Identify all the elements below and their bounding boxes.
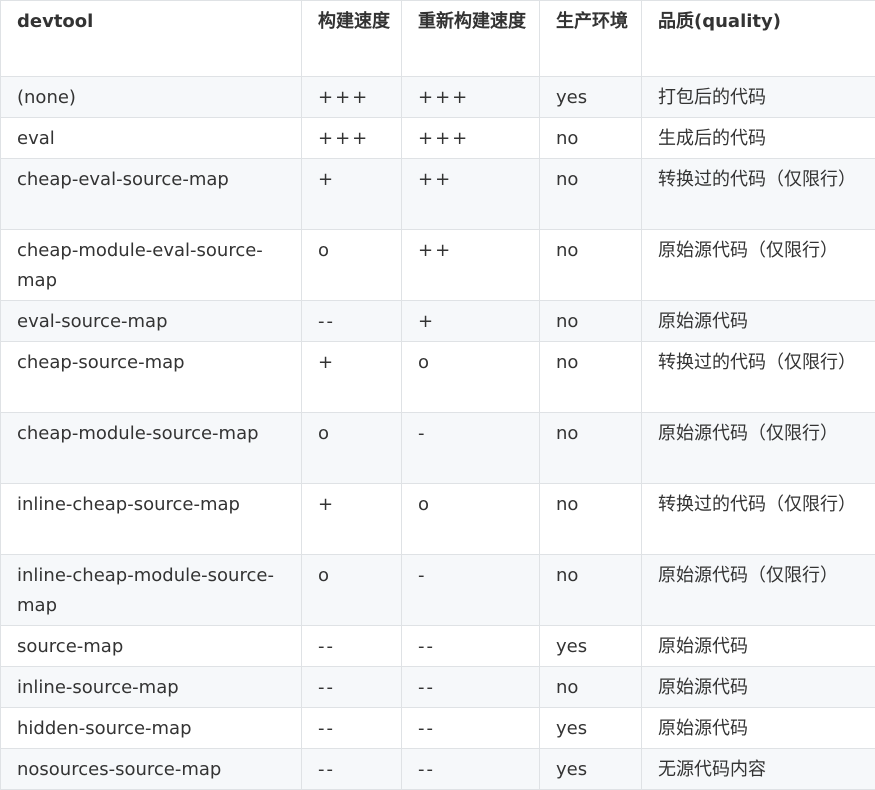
table-row: eval +++ +++ no 生成后的代码 [0, 117, 875, 159]
cell-devtool: cheap-source-map [0, 341, 302, 413]
table-row: nosources-source-map -- -- yes 无源代码内容 [0, 748, 875, 790]
cell-rebuild-speed: - [401, 554, 540, 626]
header-production: 生产环境 [539, 0, 642, 77]
cell-devtool: eval [0, 117, 302, 159]
cell-quality: 转换过的代码（仅限行） [641, 341, 875, 413]
cell-devtool: inline-source-map [0, 666, 302, 708]
cell-production: no [539, 158, 642, 230]
cell-production: no [539, 554, 642, 626]
cell-build-speed: o [301, 229, 402, 301]
cell-quality: 转换过的代码（仅限行） [641, 483, 875, 555]
header-row: devtool 构建速度 重新构建速度 生产环境 品质(quality) [0, 0, 875, 77]
cell-devtool: source-map [0, 625, 302, 667]
cell-quality: 无源代码内容 [641, 748, 875, 790]
cell-rebuild-speed: -- [401, 666, 540, 708]
cell-devtool: inline-cheap-source-map [0, 483, 302, 555]
cell-build-speed: o [301, 554, 402, 626]
cell-production: yes [539, 748, 642, 790]
cell-build-speed: +++ [301, 76, 402, 118]
cell-quality: 生成后的代码 [641, 117, 875, 159]
cell-production: no [539, 300, 642, 342]
cell-devtool: hidden-source-map [0, 707, 302, 749]
table-row: inline-source-map -- -- no 原始源代码 [0, 666, 875, 708]
table-row: source-map -- -- yes 原始源代码 [0, 625, 875, 667]
cell-production: no [539, 229, 642, 301]
table-header: devtool 构建速度 重新构建速度 生产环境 品质(quality) [0, 0, 875, 77]
cell-production: yes [539, 76, 642, 118]
cell-production: no [539, 666, 642, 708]
table-row: cheap-source-map + o no 转换过的代码（仅限行） [0, 341, 875, 413]
cell-quality: 打包后的代码 [641, 76, 875, 118]
table-row: inline-cheap-source-map + o no 转换过的代码（仅限… [0, 483, 875, 555]
cell-rebuild-speed: ++ [401, 158, 540, 230]
cell-production: no [539, 412, 642, 484]
cell-quality: 原始源代码 [641, 625, 875, 667]
cell-devtool: eval-source-map [0, 300, 302, 342]
cell-quality: 原始源代码 [641, 666, 875, 708]
cell-production: yes [539, 707, 642, 749]
table-body: (none) +++ +++ yes 打包后的代码 eval +++ +++ n… [0, 76, 875, 790]
cell-build-speed: -- [301, 748, 402, 790]
table-row: (none) +++ +++ yes 打包后的代码 [0, 76, 875, 118]
cell-rebuild-speed: - [401, 412, 540, 484]
cell-build-speed: + [301, 483, 402, 555]
cell-build-speed: -- [301, 300, 402, 342]
cell-build-speed: -- [301, 666, 402, 708]
table-row: cheap-module-eval-source-map o ++ no 原始源… [0, 229, 875, 301]
cell-quality: 原始源代码（仅限行） [641, 412, 875, 484]
cell-production: no [539, 483, 642, 555]
header-rebuild-speed: 重新构建速度 [401, 0, 540, 77]
cell-build-speed: + [301, 341, 402, 413]
cell-quality: 原始源代码（仅限行） [641, 229, 875, 301]
table-row: inline-cheap-module-source-map o - no 原始… [0, 554, 875, 626]
cell-quality: 原始源代码 [641, 707, 875, 749]
header-quality: 品质(quality) [641, 0, 875, 77]
cell-rebuild-speed: o [401, 483, 540, 555]
cell-rebuild-speed: -- [401, 707, 540, 749]
cell-rebuild-speed: o [401, 341, 540, 413]
cell-rebuild-speed: -- [401, 625, 540, 667]
cell-rebuild-speed: +++ [401, 117, 540, 159]
cell-quality: 原始源代码 [641, 300, 875, 342]
cell-rebuild-speed: +++ [401, 76, 540, 118]
header-build-speed: 构建速度 [301, 0, 402, 77]
cell-devtool: cheap-module-eval-source-map [0, 229, 302, 301]
cell-production: no [539, 341, 642, 413]
table-row: cheap-eval-source-map + ++ no 转换过的代码（仅限行… [0, 158, 875, 230]
cell-rebuild-speed: ++ [401, 229, 540, 301]
cell-rebuild-speed: + [401, 300, 540, 342]
cell-devtool: inline-cheap-module-source-map [0, 554, 302, 626]
table-row: eval-source-map -- + no 原始源代码 [0, 300, 875, 342]
cell-rebuild-speed: -- [401, 748, 540, 790]
cell-devtool: cheap-module-source-map [0, 412, 302, 484]
header-devtool: devtool [0, 0, 302, 77]
table-row: cheap-module-source-map o - no 原始源代码（仅限行… [0, 412, 875, 484]
cell-build-speed: -- [301, 625, 402, 667]
cell-devtool: nosources-source-map [0, 748, 302, 790]
cell-quality: 转换过的代码（仅限行） [641, 158, 875, 230]
cell-build-speed: o [301, 412, 402, 484]
cell-devtool: (none) [0, 76, 302, 118]
table-row: hidden-source-map -- -- yes 原始源代码 [0, 707, 875, 749]
cell-build-speed: + [301, 158, 402, 230]
cell-build-speed: -- [301, 707, 402, 749]
cell-production: yes [539, 625, 642, 667]
devtool-comparison-table: devtool 构建速度 重新构建速度 生产环境 品质(quality) (no… [0, 0, 875, 790]
cell-devtool: cheap-eval-source-map [0, 158, 302, 230]
cell-build-speed: +++ [301, 117, 402, 159]
cell-quality: 原始源代码（仅限行） [641, 554, 875, 626]
cell-production: no [539, 117, 642, 159]
